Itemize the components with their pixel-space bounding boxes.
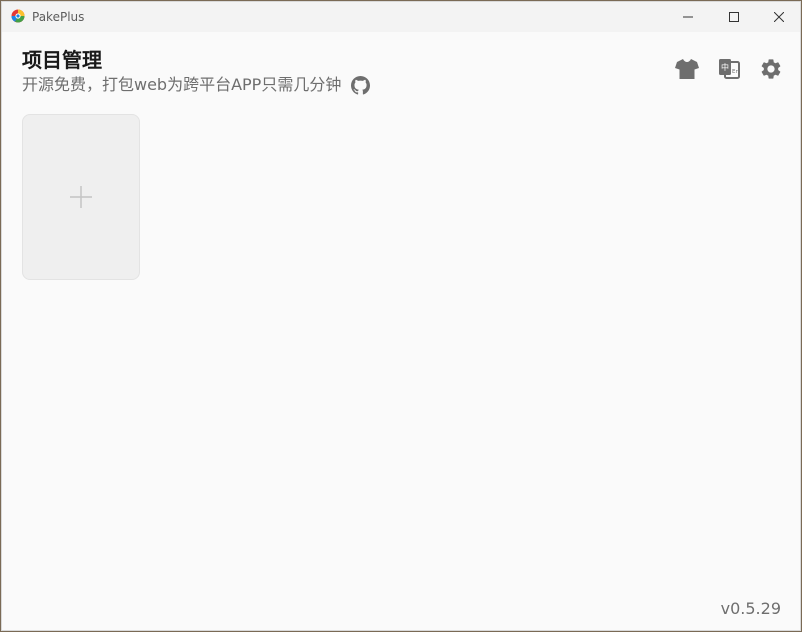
settings-button[interactable]: [758, 56, 784, 82]
svg-text:中: 中: [721, 62, 729, 72]
close-icon: [774, 12, 784, 22]
subtitle-row: 开源免费，打包web为跨平台APP只需几分钟: [22, 74, 371, 96]
language-button[interactable]: 中 En: [716, 56, 742, 82]
tshirt-icon: [675, 59, 699, 79]
app-window: PakePlus 项目管理 开源免费，打包web为跨平台APP只需几分钟 中 E…: [1, 1, 801, 631]
gear-icon: [761, 59, 781, 79]
title-bar[interactable]: PakePlus: [2, 2, 800, 32]
minimize-icon: [683, 16, 693, 18]
add-project-card[interactable]: [22, 114, 140, 280]
translate-icon: 中 En: [719, 59, 740, 79]
close-button[interactable]: [756, 2, 800, 32]
version-label: v0.5.29: [720, 599, 781, 618]
github-icon[interactable]: [351, 75, 371, 95]
maximize-button[interactable]: [711, 2, 757, 32]
pakeplus-logo-icon: [11, 9, 25, 23]
page-title: 项目管理: [22, 48, 102, 72]
app-title: PakePlus: [32, 10, 85, 24]
page-subtitle: 开源免费，打包web为跨平台APP只需几分钟: [22, 75, 342, 94]
minimize-button[interactable]: [665, 2, 711, 32]
plus-icon: [70, 186, 92, 208]
theme-button[interactable]: [674, 56, 700, 82]
maximize-icon: [729, 12, 739, 22]
svg-text:En: En: [732, 69, 739, 75]
